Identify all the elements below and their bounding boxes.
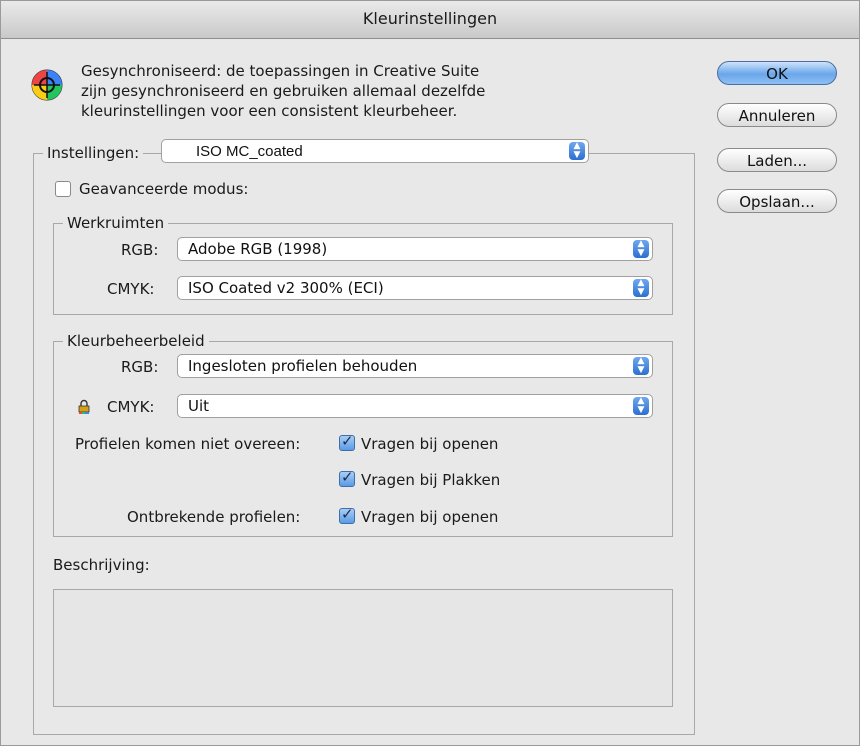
working-spaces-legend: Werkruimten xyxy=(63,214,169,232)
policy-cmyk-dropdown[interactable]: Uit ▲ ▼ xyxy=(177,394,653,418)
save-button[interactable]: Opslaan... xyxy=(717,189,837,213)
advanced-mode-checkbox[interactable] xyxy=(55,181,71,197)
color-wheel-icon xyxy=(31,69,63,101)
dropdown-arrows-icon: ▲ ▼ xyxy=(633,279,649,297)
working-rgb-dropdown[interactable]: Adobe RGB (1998) ▲ ▼ xyxy=(177,237,653,261)
profile-mismatch-label: Profielen komen niet overeen: xyxy=(75,435,301,453)
working-rgb-label: RGB: xyxy=(121,241,159,259)
working-cmyk-label: CMYK: xyxy=(107,280,155,298)
policy-rgb-dropdown[interactable]: Ingesloten profielen behouden ▲ ▼ xyxy=(177,354,653,378)
dropdown-arrows-icon: ▲ ▼ xyxy=(633,240,649,258)
policy-cmyk-label: CMYK: xyxy=(107,398,155,416)
checkmark-icon: ✓ xyxy=(341,505,354,523)
missing-profiles-label: Ontbrekende profielen: xyxy=(127,508,301,526)
policy-cmyk-value: Uit xyxy=(188,397,210,415)
advanced-mode-label: Geavanceerde modus: xyxy=(79,180,249,198)
description-box xyxy=(53,589,673,707)
working-cmyk-dropdown[interactable]: ISO Coated v2 300% (ECI) ▲ ▼ xyxy=(177,276,653,300)
load-button[interactable]: Laden... xyxy=(717,148,837,172)
sync-status-text: Gesynchroniseerd: de toepassingen in Cre… xyxy=(81,62,486,120)
cancel-button[interactable]: Annuleren xyxy=(717,103,837,127)
policy-rgb-label: RGB: xyxy=(121,358,159,376)
dropdown-arrows-icon: ▲ ▼ xyxy=(633,357,649,375)
checkmark-icon: ✓ xyxy=(341,432,354,450)
dropdown-arrows-icon: ▲ ▼ xyxy=(633,397,649,415)
settings-label: Instellingen: xyxy=(43,144,144,162)
checkmark-icon: ✓ xyxy=(341,468,354,486)
description-label: Beschrijving: xyxy=(53,556,150,574)
settings-value: ISO MC_coated xyxy=(196,143,303,160)
ok-button[interactable]: OK xyxy=(717,61,837,85)
mismatch-paste-checkbox[interactable]: ✓ xyxy=(339,468,355,487)
dropdown-arrows-icon: ▲ ▼ xyxy=(569,142,585,160)
missing-open-label: Vragen bij openen xyxy=(361,508,499,526)
lock-icon xyxy=(78,399,90,414)
color-settings-dialog: Kleurinstellingen Gesynchroniseerd: de t… xyxy=(0,0,860,746)
settings-dropdown[interactable]: ISO MC_coated ▲ ▼ xyxy=(161,139,589,163)
working-cmyk-value: ISO Coated v2 300% (ECI) xyxy=(188,279,384,297)
missing-open-checkbox[interactable]: ✓ xyxy=(339,505,355,524)
policy-rgb-value: Ingesloten profielen behouden xyxy=(188,357,418,375)
mismatch-open-checkbox[interactable]: ✓ xyxy=(339,432,355,451)
title-bar: Kleurinstellingen xyxy=(1,1,859,39)
color-policy-legend: Kleurbeheerbeleid xyxy=(63,332,209,350)
working-rgb-value: Adobe RGB (1998) xyxy=(188,240,328,258)
window-title: Kleurinstellingen xyxy=(362,9,498,28)
mismatch-paste-label: Vragen bij Plakken xyxy=(361,471,501,489)
mismatch-open-label: Vragen bij openen xyxy=(361,435,499,453)
